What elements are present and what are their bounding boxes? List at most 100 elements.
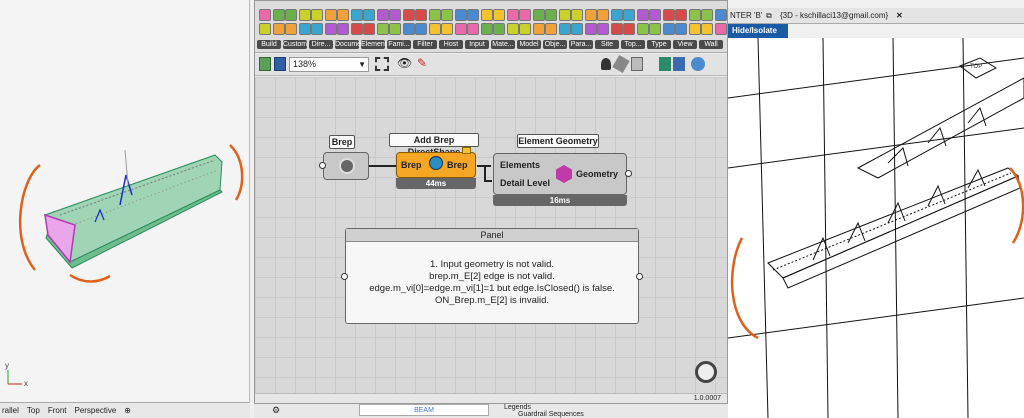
component-icon[interactable]: [467, 9, 479, 21]
panel-output-port[interactable]: [636, 273, 643, 280]
sphere-preview-icon[interactable]: [691, 57, 705, 71]
ribbon-group[interactable]: Mate...: [491, 7, 519, 49]
component-icon[interactable]: [389, 9, 401, 21]
rhino-viewport-perspective[interactable]: x y: [0, 0, 250, 402]
revit-3d-view[interactable]: TOP: [728, 38, 1024, 418]
ribbon-group-label[interactable]: View: [673, 40, 697, 49]
component-icon[interactable]: [363, 9, 375, 21]
ribbon-group-label[interactable]: Wall: [699, 40, 723, 49]
component-icon[interactable]: [389, 23, 401, 35]
view-tab-3d[interactable]: {3D - kschillaci13@gmail.com}: [780, 8, 888, 23]
component-icon[interactable]: [701, 23, 713, 35]
component-icon[interactable]: [715, 9, 727, 21]
viewport-tab[interactable]: Top: [27, 403, 40, 418]
ribbon-group-label[interactable]: Build: [257, 40, 281, 49]
ribbon-group[interactable]: Filter: [413, 7, 441, 49]
component-icon[interactable]: [337, 23, 349, 35]
component-icon[interactable]: [649, 9, 661, 21]
add-brep-directshape[interactable]: Brep Brep: [396, 147, 476, 178]
ribbon-group-label[interactable]: Element: [361, 40, 387, 49]
component-icon[interactable]: [701, 9, 713, 21]
panel-input-port[interactable]: [341, 273, 348, 280]
ribbon-group[interactable]: Input: [465, 7, 493, 49]
warning-flag-icon[interactable]: [462, 147, 471, 154]
zoom-select[interactable]: 138% ▼: [289, 57, 369, 72]
preview-shaded-icon[interactable]: [631, 57, 643, 71]
navigation-compass-icon[interactable]: [695, 361, 717, 383]
canvas[interactable]: Brep Add Brep DirectShape Brep Brep 44ms…: [255, 77, 727, 393]
ribbon-group[interactable]: Host: [439, 7, 467, 49]
ribbon-group[interactable]: Model: [517, 7, 545, 49]
element-geometry[interactable]: Elements Detail Level Geometry: [493, 153, 627, 195]
component-icon[interactable]: [571, 9, 583, 21]
component-icon[interactable]: [415, 9, 427, 21]
ribbon-group-label[interactable]: Fami...: [387, 40, 411, 49]
preview-selected-icon[interactable]: [659, 57, 671, 71]
component-icon[interactable]: [519, 23, 531, 35]
legends-label[interactable]: Legends: [504, 404, 584, 411]
ribbon-group-label[interactable]: Document: [335, 40, 367, 49]
component-icon[interactable]: [441, 9, 453, 21]
component-icon[interactable]: [493, 9, 505, 21]
component-icon[interactable]: [545, 23, 557, 35]
ribbon-group-label[interactable]: Host: [439, 40, 463, 49]
component-icon[interactable]: [337, 9, 349, 21]
component-icon[interactable]: [623, 23, 635, 35]
brep-param[interactable]: [323, 152, 369, 180]
ribbon-group[interactable]: Fami...: [387, 7, 415, 49]
ribbon-group-label[interactable]: Input: [465, 40, 489, 49]
component-icon[interactable]: [597, 9, 609, 21]
ribbon-group-label[interactable]: Para...: [569, 40, 593, 49]
preview-wire-icon[interactable]: [612, 54, 630, 74]
viewport-tab[interactable]: rallel: [2, 403, 19, 418]
hide-isolate-banner[interactable]: Hide/Isolate: [728, 24, 788, 38]
component-icon[interactable]: [311, 23, 323, 35]
component-icon[interactable]: [259, 9, 271, 21]
ribbon-group[interactable]: Wall: [699, 7, 727, 49]
component-icon[interactable]: [649, 23, 661, 35]
ribbon-group-label[interactable]: Mate...: [491, 40, 515, 49]
guardrail-label[interactable]: Guardrail Sequences: [504, 411, 584, 418]
component-icon[interactable]: [285, 23, 297, 35]
ribbon-group-label[interactable]: Top...: [621, 40, 645, 49]
component-icon[interactable]: [441, 23, 453, 35]
ribbon-group-label[interactable]: Dire...: [309, 40, 333, 49]
close-icon[interactable]: ✕: [896, 8, 903, 23]
ribbon-group[interactable]: Site: [595, 7, 623, 49]
viewport-tab[interactable]: Front: [48, 403, 67, 418]
error-panel[interactable]: Panel 1. Input geometry is not valid. br…: [345, 228, 639, 324]
view-tab-partial[interactable]: NTER 'B': [730, 8, 762, 23]
ribbon-group[interactable]: Obje...: [543, 7, 571, 49]
component-icon[interactable]: [311, 9, 323, 21]
preview-eye-icon[interactable]: 👁: [397, 56, 412, 70]
paint-brush-icon[interactable]: ✎: [417, 56, 427, 70]
ribbon-group-label[interactable]: Custom: [283, 40, 307, 49]
output-port[interactable]: [625, 170, 632, 177]
gear-icon[interactable]: ⚙: [272, 405, 280, 416]
ribbon-group[interactable]: Top...: [621, 7, 649, 49]
open-file-icon[interactable]: [259, 57, 271, 71]
component-icon[interactable]: [259, 23, 271, 35]
ribbon-group[interactable]: Dire...: [309, 7, 337, 49]
component-icon[interactable]: [623, 9, 635, 21]
ribbon-group-label[interactable]: Site: [595, 40, 619, 49]
ribbon-group-label[interactable]: Obje...: [543, 40, 567, 49]
component-icon[interactable]: [467, 23, 479, 35]
preview-off-icon[interactable]: [601, 58, 611, 70]
ribbon-group-label[interactable]: Filter: [413, 40, 437, 49]
ribbon-group[interactable]: Document: [335, 7, 367, 49]
ribbon-group[interactable]: Element: [361, 7, 389, 49]
viewport-tab[interactable]: Perspective: [74, 403, 116, 418]
component-icon[interactable]: [675, 23, 687, 35]
input-port[interactable]: [319, 162, 326, 169]
component-icon[interactable]: [415, 23, 427, 35]
component-icon[interactable]: [285, 9, 297, 21]
ribbon-group-label[interactable]: Type: [647, 40, 671, 49]
mesh-settings-icon[interactable]: [673, 57, 685, 71]
component-icon[interactable]: [363, 23, 375, 35]
ribbon-group[interactable]: View: [673, 7, 701, 49]
component-icon[interactable]: [571, 23, 583, 35]
ribbon-group[interactable]: Custom: [283, 7, 311, 49]
zoom-extents-icon[interactable]: [375, 57, 389, 71]
component-icon[interactable]: [675, 9, 687, 21]
